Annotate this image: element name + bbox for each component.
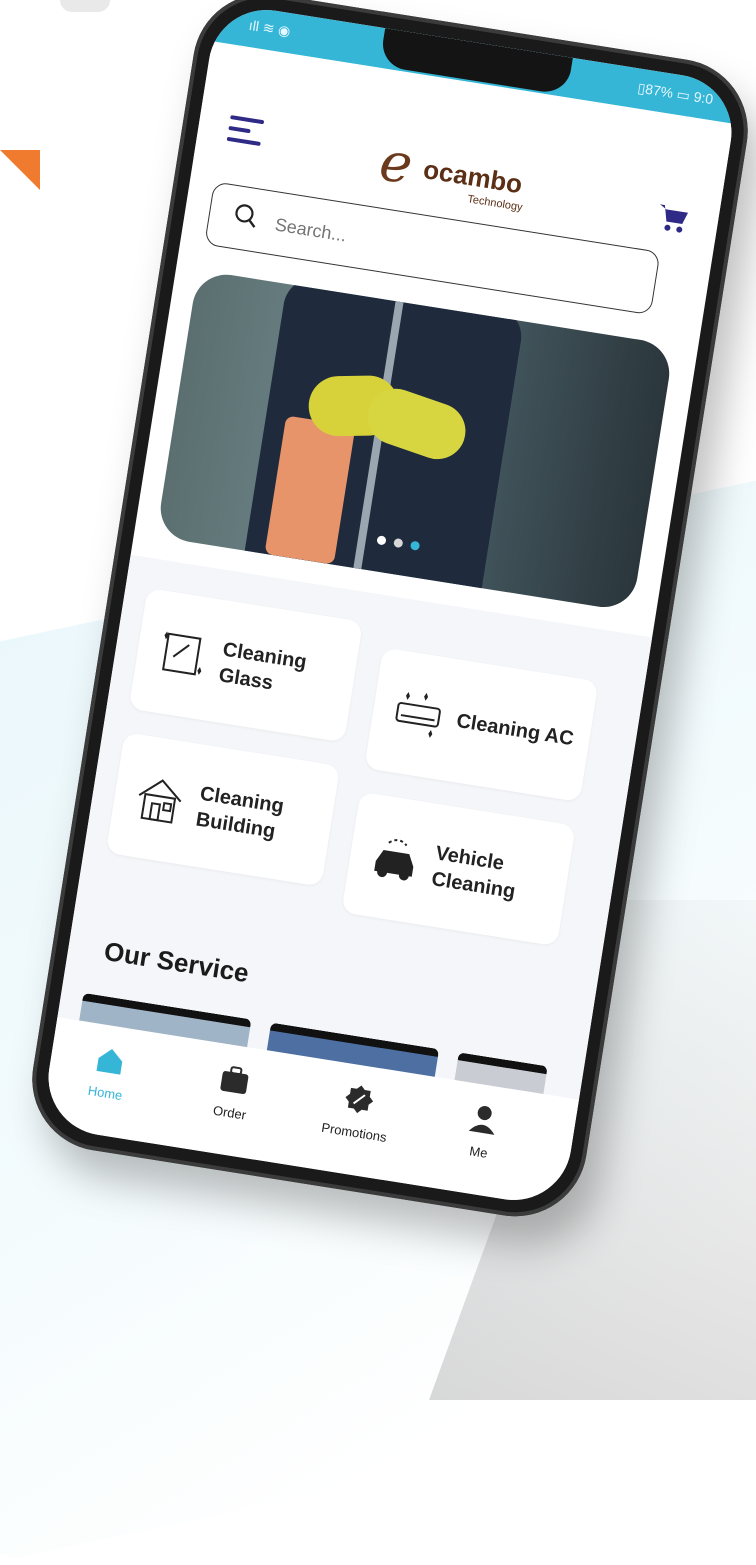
category-label: Cleaning AC	[454, 709, 576, 751]
phone-mockup: ıll ≋ ◉ ▯87% ▭ 9:0 e ocambo Technology S…	[21, 0, 756, 1280]
category-label: Vehicle Cleaning	[429, 842, 517, 903]
carousel-dot-active[interactable]	[409, 540, 421, 551]
app-screen: ıll ≋ ◉ ▯87% ▭ 9:0 e ocambo Technology S…	[40, 1, 740, 1209]
nav-home[interactable]: Home	[56, 1037, 157, 1130]
status-icons-right: ▯87% ▭ 9:0	[636, 79, 715, 108]
building-icon	[129, 768, 191, 830]
promo-banner[interactable]	[155, 269, 675, 612]
nav-promotions[interactable]: Promotions	[305, 1076, 406, 1169]
nav-label: Order	[212, 1102, 248, 1123]
nav-me[interactable]: Me	[429, 1096, 530, 1189]
status-icons-left: ıll ≋ ◉	[247, 16, 292, 40]
category-card-glass[interactable]: Cleaning Glass	[128, 587, 364, 743]
category-label: Cleaning Building	[194, 782, 286, 843]
services-section: Cleaning Glass Cleaning AC Cleaning Buil…	[55, 554, 653, 1193]
orange-accent-shape	[0, 150, 40, 190]
phone-frame: ıll ≋ ◉ ▯87% ▭ 9:0 e ocambo Technology S…	[21, 0, 756, 1227]
promotion-badge-icon	[341, 1081, 378, 1118]
category-card-building[interactable]: Cleaning Building	[105, 732, 341, 887]
logo-e-mark: e	[375, 129, 417, 197]
glass-icon	[152, 624, 214, 686]
nav-label: Promotions	[320, 1119, 388, 1145]
carousel-dot[interactable]	[376, 535, 387, 546]
nav-order[interactable]: Order	[180, 1057, 281, 1150]
user-icon	[465, 1101, 502, 1138]
search-icon	[232, 202, 259, 229]
briefcase-icon	[217, 1061, 254, 1098]
ac-icon	[387, 684, 449, 746]
nav-label: Home	[86, 1082, 124, 1104]
category-label: Cleaning Glass	[217, 638, 309, 695]
menu-icon[interactable]	[226, 115, 266, 148]
cart-icon[interactable]	[654, 198, 693, 237]
category-card-ac[interactable]: Cleaning AC	[364, 647, 599, 803]
carousel-dot[interactable]	[393, 537, 404, 549]
nav-label: Me	[468, 1143, 489, 1161]
section-title: Our Service	[102, 935, 251, 989]
home-icon	[92, 1042, 129, 1079]
category-card-vehicle[interactable]: Vehicle Cleaning	[341, 791, 576, 947]
car-icon	[364, 828, 426, 890]
